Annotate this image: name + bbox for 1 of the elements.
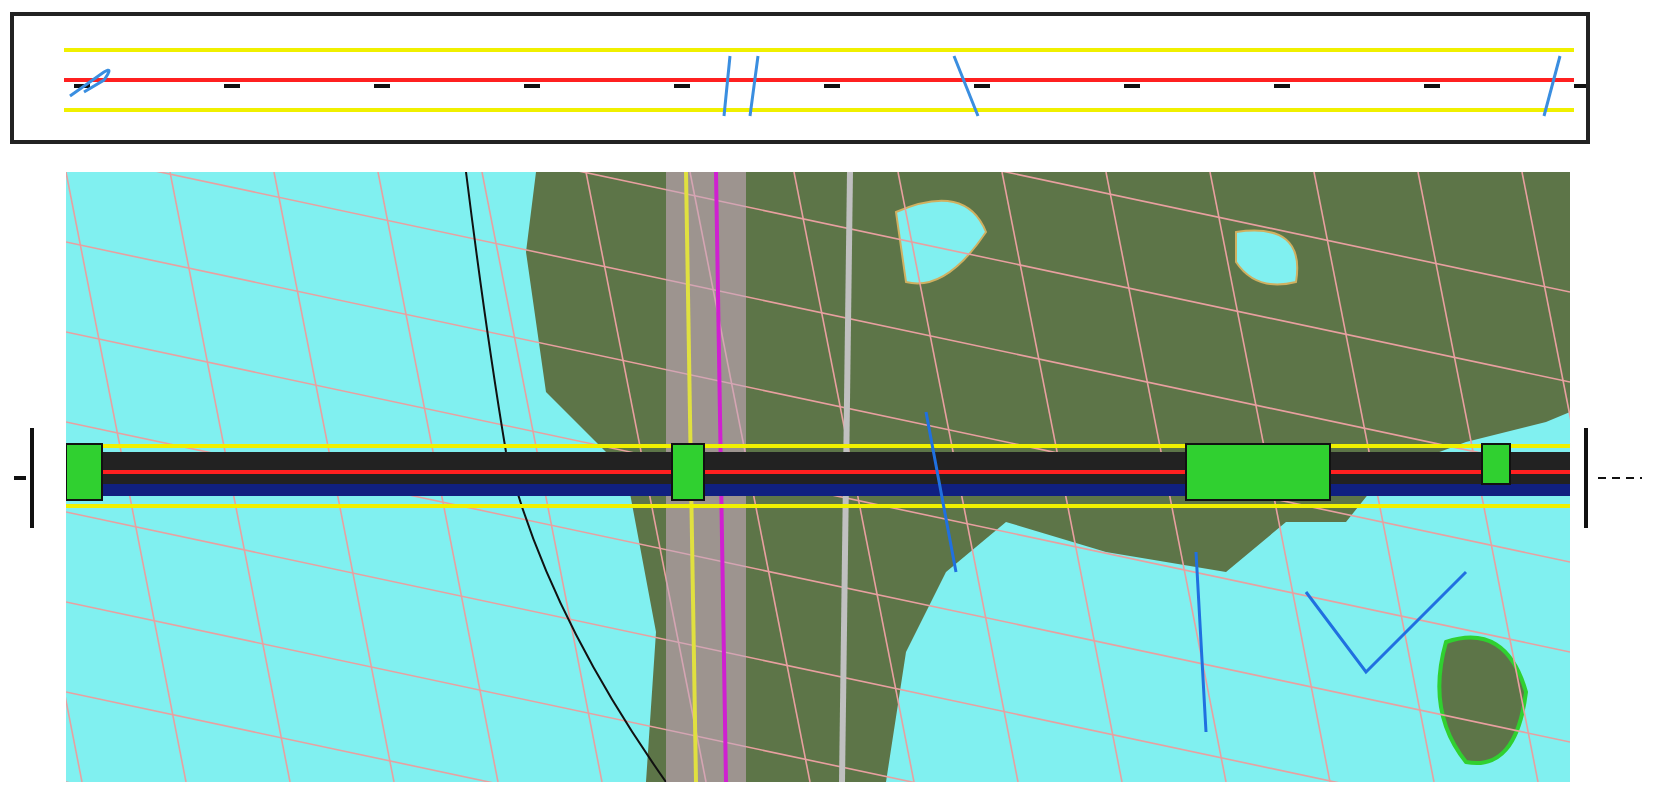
plan-edge-drawing — [14, 427, 34, 527]
